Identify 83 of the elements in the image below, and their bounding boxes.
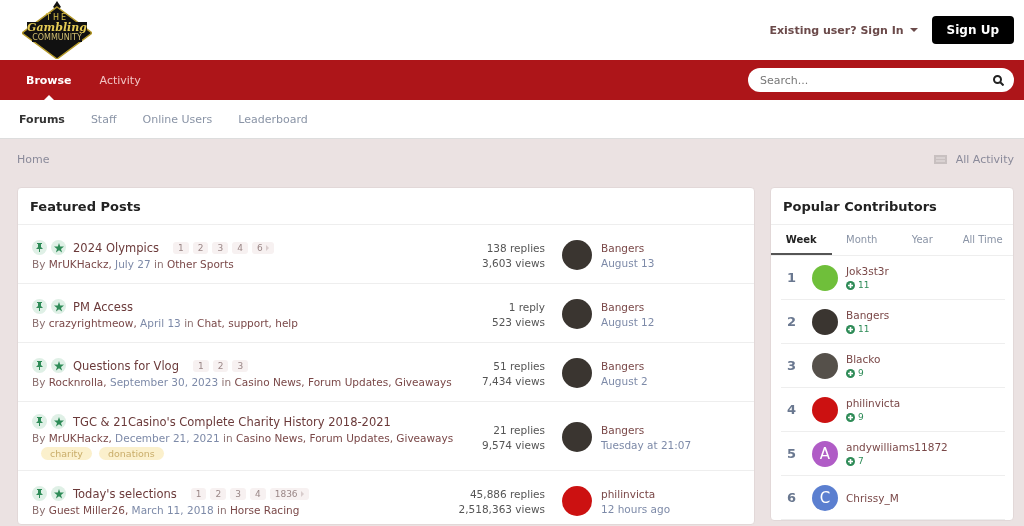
username-link[interactable]: Bangers <box>601 241 754 254</box>
timestamp: August 2 <box>601 374 649 387</box>
nav-tab[interactable]: Activity <box>85 60 155 100</box>
plus-icon <box>846 324 855 334</box>
timestamp: Tuesday at 21:07 <box>601 438 693 451</box>
logo-text: THE <box>46 14 68 22</box>
reply-count: 1 reply <box>508 300 545 313</box>
reputation-count: 11 <box>858 324 870 334</box>
nav-tab[interactable]: Browse <box>12 60 86 100</box>
logo[interactable]: THE Gambling COMMUNITY <box>22 1 92 59</box>
logo-text: COMMUNITY <box>32 33 82 43</box>
reply-count: 21 replies <box>493 423 545 436</box>
username-link[interactable]: Bangers <box>601 300 754 313</box>
view-count: 9,574 views <box>481 438 545 451</box>
sign-up-button[interactable]: Sign Up <box>931 16 1014 44</box>
avatar: C <box>812 484 838 511</box>
reputation-count: 9 <box>858 412 864 422</box>
username-link[interactable]: andywilliams11872 <box>846 441 948 453</box>
search-input[interactable]: Search... <box>760 73 993 87</box>
rank-number: 6 <box>786 490 798 505</box>
reply-count: 45,886 replies <box>469 487 545 500</box>
sign-in-link[interactable]: Existing user? Sign In <box>769 23 918 37</box>
reply-count: 51 replies <box>493 359 545 372</box>
topic-link[interactable]: Today's selections <box>73 486 177 501</box>
plus-icon <box>846 456 855 466</box>
reply-count: 138 replies <box>486 241 545 254</box>
username-link[interactable]: Bangers <box>601 359 754 372</box>
forum-link[interactable]: Horse Racing <box>229 504 300 516</box>
username-link[interactable]: philinvicta <box>601 487 754 500</box>
reputation-count: 7 <box>858 456 864 466</box>
rank-number: 5 <box>786 446 798 461</box>
period-tab[interactable]: Week <box>771 225 832 255</box>
reputation-count: 11 <box>858 280 870 290</box>
post-meta: By Guest Miller26, March 11, 2018 in Horse Racing <box>32 504 301 516</box>
card-title: Featured Posts <box>18 188 754 225</box>
post-meta: By crazyrightmeow, April 13 in Chat, support, help <box>32 317 299 329</box>
avatar: A <box>812 440 838 467</box>
plus-icon <box>846 412 855 422</box>
reputation-count: 9 <box>858 368 864 378</box>
rank-number: 4 <box>786 402 798 417</box>
caret-icon <box>300 490 304 497</box>
username-link[interactable]: Jok3st3r <box>846 265 889 277</box>
rank-number: 1 <box>786 270 798 285</box>
topic-link[interactable]: 2024 Olympics <box>73 240 159 255</box>
search-field[interactable]: Search... <box>748 68 1014 92</box>
forum-link[interactable]: Other Sports <box>166 258 234 270</box>
author-link[interactable]: Rocknrolla, <box>48 376 107 388</box>
topic-link[interactable]: PM Access <box>73 299 133 314</box>
card-title: Popular Contributors <box>771 188 1013 225</box>
author-link[interactable]: MrUKHackz, <box>48 432 112 444</box>
author-link[interactable]: crazyrightmeow, <box>48 317 137 329</box>
post-meta: By Rocknrolla, September 30, 2023 in Casino News, Forum Updates, Giveaways <box>32 376 453 388</box>
logo-text: Gambling <box>27 22 87 34</box>
rank-number: 2 <box>786 314 798 329</box>
forum-link[interactable]: Casino News, Forum Updates, Giveaways <box>234 376 452 388</box>
author-link[interactable]: MrUKHackz, <box>48 258 112 270</box>
plus-icon <box>846 280 855 290</box>
username-link[interactable]: Bangers <box>846 309 890 321</box>
author-link[interactable]: Guest Miller26, <box>48 504 129 516</box>
rank-number: 3 <box>786 358 798 373</box>
caret-icon <box>909 28 918 32</box>
caret-icon <box>265 244 269 251</box>
view-count: 2,518,363 views <box>458 502 545 515</box>
post-meta: By MrUKHackz, December 21, 2021 in Casino News, Forum Updates, Giveaways <box>32 432 455 444</box>
sub-tab[interactable]: Forums <box>6 112 78 126</box>
search-icon <box>993 74 1004 86</box>
forum-link[interactable]: Chat, support, help <box>197 317 298 329</box>
topic-link[interactable]: Questions for Vlog <box>73 358 179 373</box>
view-count: 7,434 views <box>481 374 545 387</box>
timestamp: August 13 <box>601 256 656 269</box>
topic-link[interactable]: TGC & 21Casino's Complete Charity History 2018-2021 <box>73 414 391 429</box>
forum-link[interactable]: Casino News, Forum Updates, Giveaways <box>235 432 454 444</box>
list-icon <box>933 154 947 164</box>
username-link[interactable]: philinvicta <box>846 397 901 409</box>
timestamp: August 12 <box>601 315 656 328</box>
username-link[interactable]: Blacko <box>846 353 881 365</box>
view-count: 3,603 views <box>481 256 545 269</box>
plus-icon <box>846 368 855 378</box>
timestamp: 12 hours ago <box>601 502 672 515</box>
post-meta: By MrUKHackz, July 27 in Other Sports <box>32 258 235 270</box>
username-link[interactable]: Bangers <box>601 423 754 436</box>
view-count: 523 views <box>491 315 545 328</box>
username-link[interactable]: Chrissy_M <box>846 491 899 504</box>
